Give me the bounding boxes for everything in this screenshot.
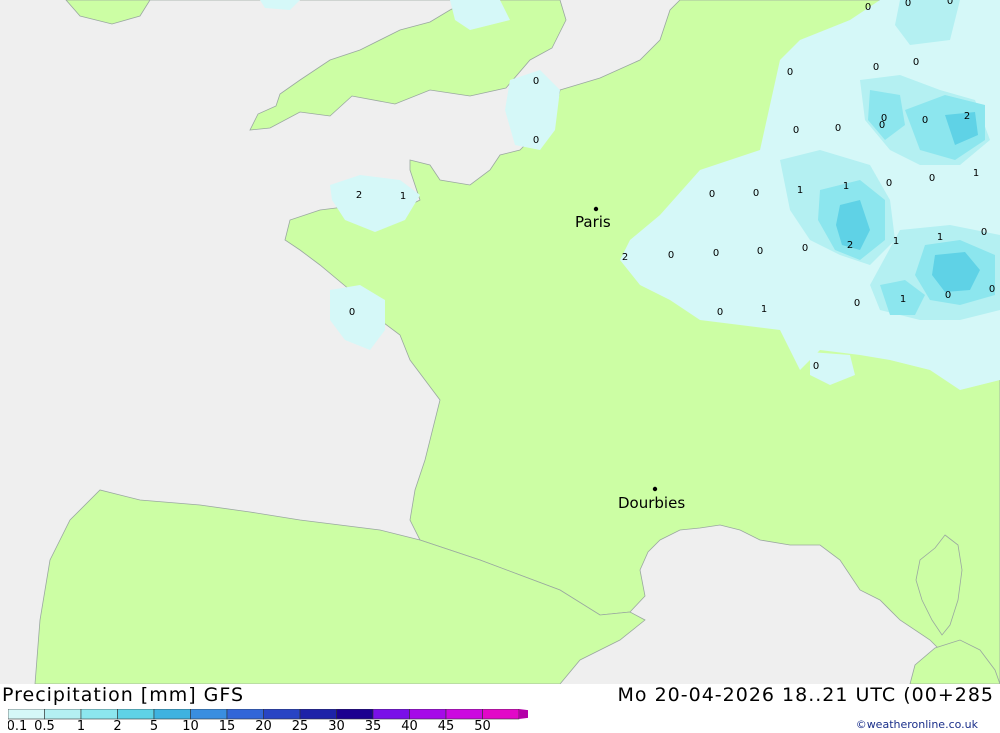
- legend-swatch: [372, 709, 410, 720]
- legend-swatch: [117, 709, 155, 720]
- precip-value-label: 0: [905, 0, 911, 9]
- precip-value-label: 0: [709, 189, 715, 200]
- precip-value-label: 0: [668, 250, 674, 261]
- precip-value-label: 0: [929, 173, 935, 184]
- precip-value-label: 0: [835, 123, 841, 134]
- precip-value-label: 1: [893, 236, 899, 247]
- precip-value-label: 0: [717, 307, 723, 318]
- legend-swatch-arrow: [519, 709, 528, 719]
- legend-swatch: [226, 709, 264, 720]
- legend-tick-label: 20: [255, 719, 272, 731]
- precip-value-label: 2: [847, 240, 853, 251]
- precip-value-label: 0: [886, 178, 892, 189]
- legend-swatch: [263, 709, 301, 720]
- map-title: Precipitation [mm] GFS: [2, 684, 245, 706]
- legend-swatch: [80, 709, 118, 720]
- precip-value-label: 0: [989, 284, 995, 295]
- precip-value-label: 0: [753, 188, 759, 199]
- map-datetime: Mo 20-04-2026 18..21 UTC (00+285: [617, 684, 994, 706]
- legend-swatch: [336, 709, 374, 720]
- legend-swatch: [153, 709, 191, 720]
- legend-tick-label: 0.5: [34, 719, 55, 731]
- precip-value-label: 1: [843, 181, 849, 192]
- precip-value-label: 0: [922, 115, 928, 126]
- legend-swatch: [44, 709, 82, 720]
- precip-value-label: 0: [813, 361, 819, 372]
- precip-value-label: 2: [622, 252, 628, 263]
- precip-value-label: 2: [356, 190, 362, 201]
- legend-swatch: [8, 709, 45, 720]
- precip-value-label: 0: [881, 113, 887, 124]
- precip-value-label: 0: [787, 67, 793, 78]
- precip-value-label: 0: [981, 227, 987, 238]
- legend-swatch: [299, 709, 337, 720]
- precip-value-label: 1: [797, 185, 803, 196]
- precip-value-label: 0: [913, 57, 919, 68]
- precip-value-label: 0: [793, 125, 799, 136]
- legend-swatch: [482, 709, 520, 720]
- legend-tick-label: 45: [438, 719, 455, 731]
- legend-tick-label: 35: [365, 719, 382, 731]
- legend-tick-label: 2: [113, 719, 121, 731]
- weather-map-view: 0000000000002001120011010000201000102100…: [0, 0, 1000, 733]
- precip-value-label: 2: [964, 111, 970, 122]
- precip-value-label: 0: [945, 290, 951, 301]
- legend-tick-label: 10: [182, 719, 199, 731]
- color-legend: 0.1 0.5 1 2 5 10 15 20 25 30 35 40 45 50: [8, 709, 528, 731]
- precip-value-label: 1: [761, 304, 767, 315]
- precip-value-label: 0: [713, 248, 719, 259]
- legend-swatch: [409, 709, 447, 720]
- precip-value-label: 1: [973, 168, 979, 179]
- precip-value-label: 0: [757, 246, 763, 257]
- precip-value-label: 0: [865, 2, 871, 13]
- legend-tick-label: 30: [328, 719, 345, 731]
- precip-value-label: 0: [802, 243, 808, 254]
- city-marker-dourbies: [652, 486, 658, 492]
- legend-swatch: [190, 709, 228, 720]
- legend-tick-label: 1: [77, 719, 85, 731]
- precip-value-label: 1: [900, 294, 906, 305]
- legend-tick-label: 25: [292, 719, 309, 731]
- legend-tick-label: 50: [474, 719, 491, 731]
- legend-tick-label: 0.1: [8, 719, 27, 731]
- legend-tick-label: 15: [219, 719, 236, 731]
- legend-tick-label: 40: [401, 719, 418, 731]
- precip-value-label: 0: [873, 62, 879, 73]
- precip-value-label: 1: [400, 191, 406, 202]
- city-marker-paris: [593, 206, 599, 212]
- precip-value-label: 0: [947, 0, 953, 7]
- precip-value-label: 0: [349, 307, 355, 318]
- precipitation-map: 0 0 0000000 0 0 0 20 0 1 120 0 11 01000020 1 000 102 100…: [0, 0, 1000, 684]
- city-label-dourbies: Dourbies: [618, 494, 685, 512]
- map-footer: Precipitation [mm] GFS Mo 20-04-2026 18.…: [0, 684, 1000, 733]
- precip-value-label: 0: [533, 76, 539, 87]
- precip-value-label: 0: [533, 135, 539, 146]
- credit-link[interactable]: ©weatheronline.co.uk: [856, 718, 978, 731]
- precip-value-label: 1: [937, 232, 943, 243]
- legend-swatch: [445, 709, 483, 720]
- precip-value-label: 0: [854, 298, 860, 309]
- legend-tick-label: 5: [150, 719, 158, 731]
- city-label-paris: Paris: [575, 213, 611, 231]
